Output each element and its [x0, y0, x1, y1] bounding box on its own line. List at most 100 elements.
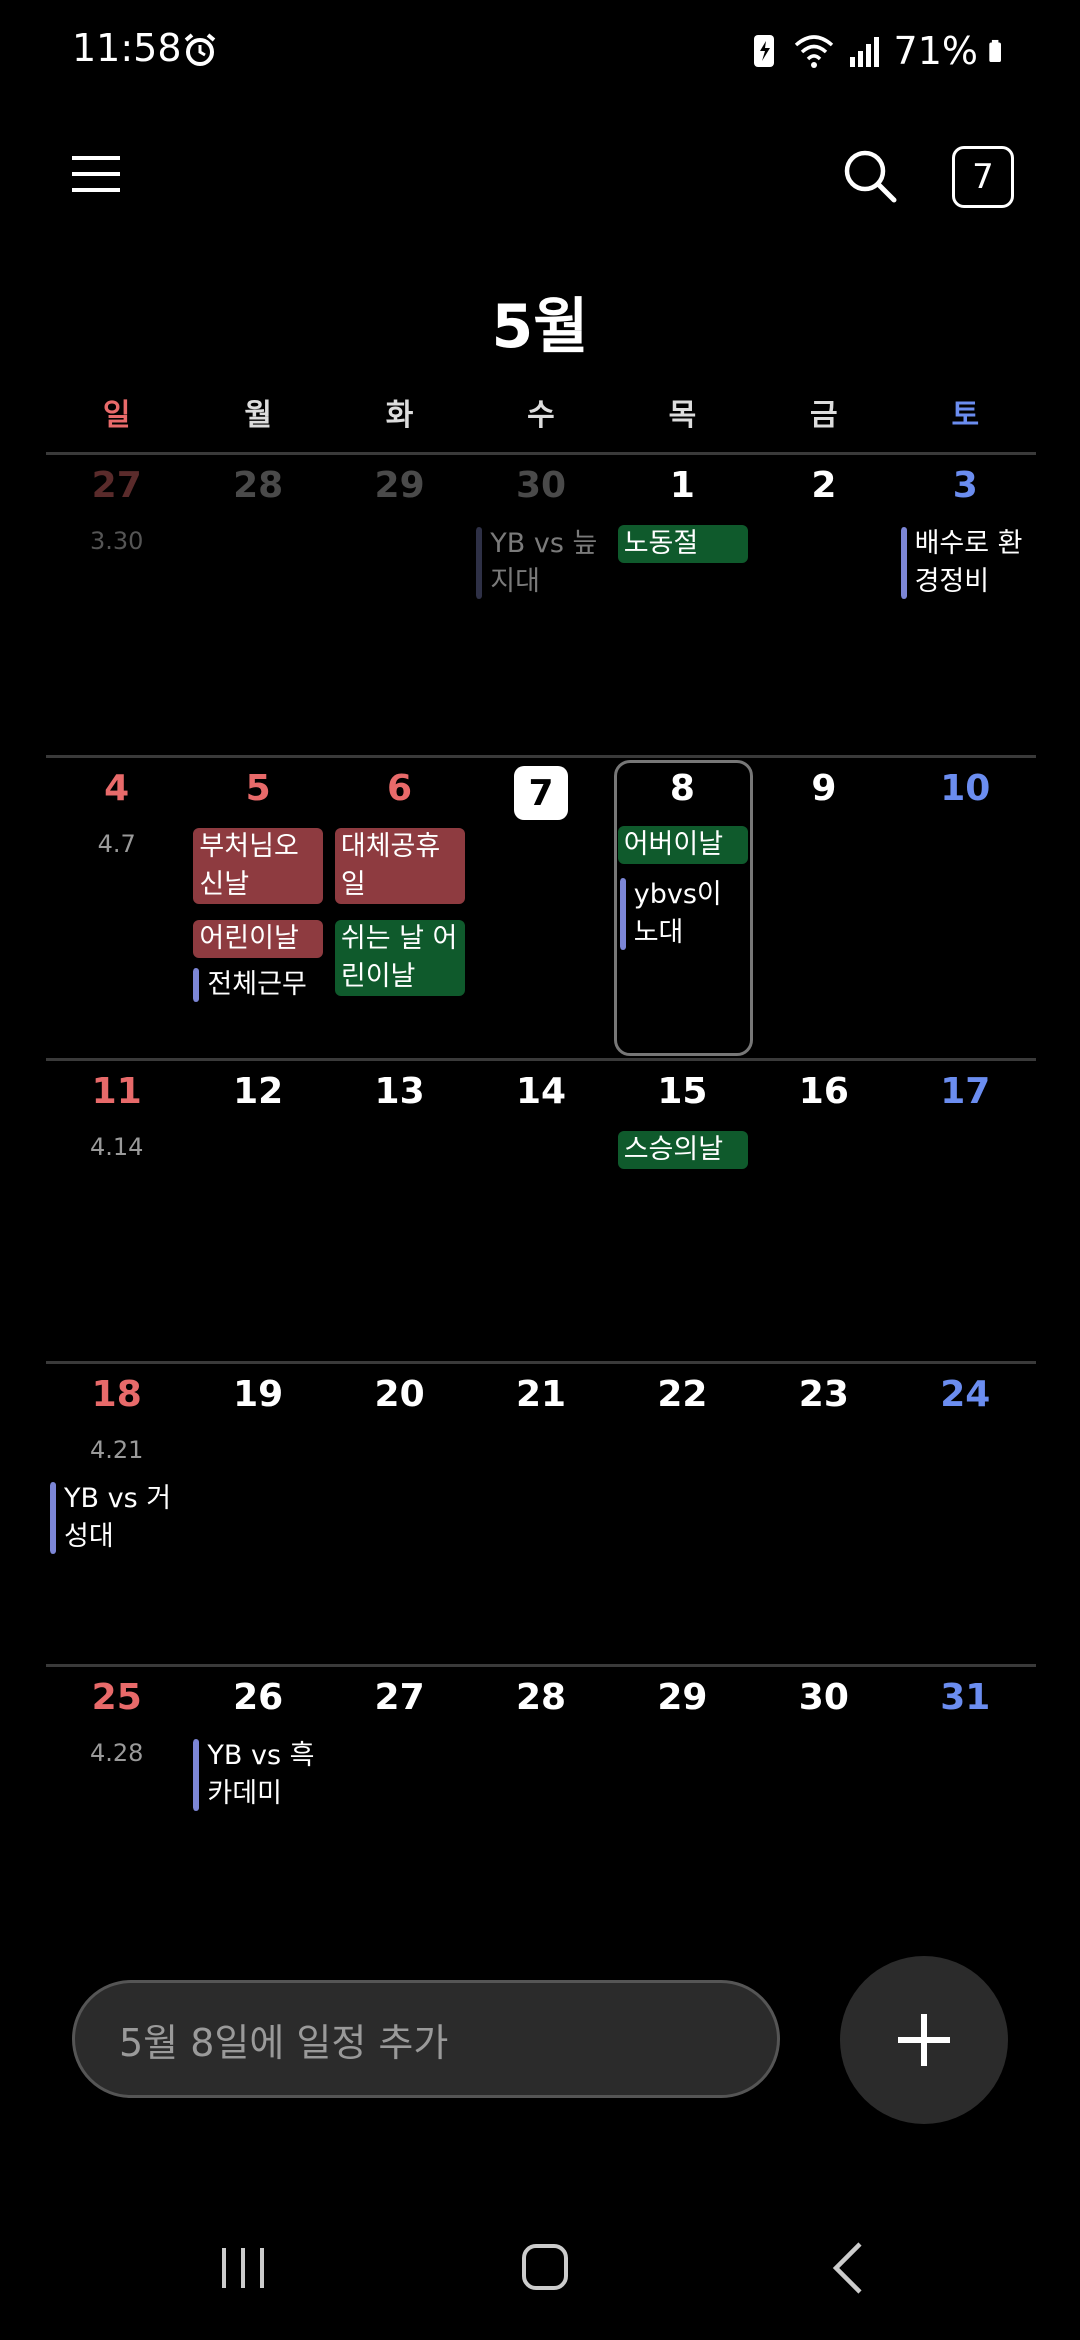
event-item[interactable]: YB vs 늪지대 [476, 525, 606, 601]
day-number: 5 [245, 768, 271, 809]
day-number: 29 [374, 465, 425, 506]
day-cell[interactable]: 31 [895, 1667, 1036, 1967]
lunar-date: 4.21 [89, 1436, 144, 1464]
weekday-sat: 토 [951, 398, 980, 433]
today-indicator: 7 [513, 766, 568, 820]
day-cell[interactable]: 1 노동절 [612, 455, 753, 755]
day-cell[interactable]: 2 [753, 455, 894, 755]
day-cell[interactable]: 28 [187, 455, 328, 755]
day-number: 20 [374, 1374, 425, 1415]
day-cell[interactable]: 29 [612, 1667, 753, 1967]
weekday-sun: 일 [102, 398, 131, 433]
day-number: 31 [940, 1677, 991, 1718]
holiday-event[interactable]: 노동절 [617, 525, 748, 563]
calendar-grid: 27 3.30 28 29 30 YB vs 늪지대 1 노동절 2 3 배수로… [46, 455, 1036, 1970]
battery-saver-icon [753, 35, 774, 67]
day-cell[interactable]: 27 3.30 [46, 455, 187, 755]
add-event-input[interactable]: 5월 8일에 일정 추가 [72, 1980, 780, 2098]
week-row: 18 4.21 YB vs 거성대 19 20 21 22 23 24 [46, 1364, 1036, 1667]
day-number: 11 [91, 1071, 142, 1112]
day-cell[interactable]: 13 [329, 1061, 470, 1361]
event-item[interactable]: 배수로 환경정비 [900, 525, 1031, 601]
day-number: 25 [91, 1677, 142, 1718]
holiday-event[interactable]: 부처님오신날 [193, 828, 324, 904]
status-icons: 71% [744, 26, 1014, 76]
holiday-event[interactable]: 어버이날 [617, 826, 748, 864]
day-number: 15 [657, 1071, 708, 1112]
day-cell[interactable]: 24 [895, 1364, 1036, 1664]
day-number: 30 [515, 465, 567, 506]
weekday-tue: 화 [385, 398, 414, 433]
search-icon[interactable] [842, 148, 898, 204]
day-number: 21 [515, 1374, 567, 1415]
day-cell[interactable]: 30 YB vs 늪지대 [470, 455, 611, 755]
day-cell[interactable]: 10 [895, 758, 1036, 1058]
holiday-event[interactable]: 어린이날 [193, 920, 324, 958]
week-row: 11 4.14 12 13 14 15 스승의날 16 17 [46, 1061, 1036, 1364]
day-number: 19 [233, 1374, 284, 1415]
month-title[interactable]: 5월 [0, 278, 1080, 365]
day-number: 29 [657, 1677, 708, 1718]
day-cell[interactable]: 19 [187, 1364, 328, 1664]
weekday-fri: 금 [810, 398, 838, 433]
day-cell[interactable]: 9 [753, 758, 894, 1058]
weekday-thu: 목 [668, 398, 697, 433]
day-cell[interactable]: 6 대체공휴일 쉬는 날 어린이날 [329, 758, 470, 1058]
day-cell[interactable]: 23 [753, 1364, 894, 1664]
day-cell[interactable]: 15 스승의날 [612, 1061, 753, 1361]
day-cell[interactable]: 3 배수로 환경정비 [895, 455, 1036, 755]
day-cell[interactable]: 28 [470, 1667, 611, 1967]
menu-icon[interactable] [72, 150, 120, 198]
day-cell[interactable]: 26 YB vs 흑카데미 [187, 1667, 328, 1967]
battery-icon [989, 39, 1001, 63]
day-number: 18 [91, 1374, 142, 1415]
weekday-header: 일 월 화 수 목 금 토 [46, 390, 1036, 452]
recents-icon[interactable] [218, 2242, 268, 2292]
day-cell[interactable]: 4 4.7 [46, 758, 187, 1058]
status-bar: 11:58 71% [0, 0, 1080, 100]
day-cell[interactable]: 5 부처님오신날 어린이날 전체근무 [187, 758, 328, 1058]
home-icon[interactable] [520, 2242, 570, 2292]
holiday-event[interactable]: 스승의날 [617, 1131, 748, 1169]
navigation-bar [0, 2220, 1080, 2320]
lunar-date: 4.7 [97, 830, 136, 858]
day-cell[interactable]: 20 [329, 1364, 470, 1664]
day-cell[interactable]: 21 [470, 1364, 611, 1664]
event-item[interactable]: YB vs 흑카데미 [193, 1737, 323, 1813]
holiday-event[interactable]: 대체공휴일 [334, 828, 465, 904]
weekday-wed: 수 [527, 398, 555, 433]
day-cell[interactable]: 25 4.28 [46, 1667, 187, 1967]
day-cell[interactable]: 30 [753, 1667, 894, 1967]
day-cell[interactable]: 29 [329, 455, 470, 755]
today-button[interactable]: 7 [952, 146, 1014, 208]
day-number: 12 [233, 1071, 284, 1112]
day-cell[interactable]: 11 4.14 [46, 1061, 187, 1361]
wifi-icon [794, 35, 833, 68]
back-icon[interactable] [828, 2240, 868, 2296]
day-number: 2 [811, 465, 837, 506]
day-cell[interactable]: 12 [187, 1061, 328, 1361]
add-event-button[interactable] [840, 1956, 1008, 2124]
day-number: 13 [374, 1071, 425, 1112]
day-cell[interactable]: 27 [329, 1667, 470, 1967]
event-item[interactable]: 전체근무 [193, 966, 323, 1004]
event-item[interactable]: ybvs이노대 [619, 876, 746, 952]
day-cell[interactable]: 16 [753, 1061, 894, 1361]
alarm-icon [184, 33, 216, 66]
day-cell-selected[interactable]: 8 어버이날 ybvs이노대 [612, 758, 753, 1058]
status-time: 11:58 [72, 26, 182, 70]
week-row: 27 3.30 28 29 30 YB vs 늪지대 1 노동절 2 3 배수로… [46, 455, 1036, 758]
day-number: 22 [657, 1374, 708, 1415]
day-cell-today[interactable]: 7 [470, 758, 611, 1058]
day-number: 24 [940, 1374, 991, 1415]
day-number: 23 [798, 1374, 849, 1415]
lunar-date: 4.14 [89, 1133, 144, 1161]
event-item[interactable]: YB vs 거성대 [50, 1480, 180, 1556]
holiday-event[interactable]: 쉬는 날 어린이날 [334, 920, 465, 996]
day-number: 3 [952, 465, 978, 506]
day-cell[interactable]: 22 [612, 1364, 753, 1664]
day-cell[interactable]: 14 [470, 1061, 611, 1361]
day-cell[interactable]: 18 4.21 YB vs 거성대 [46, 1364, 187, 1664]
day-cell[interactable]: 17 [895, 1061, 1036, 1361]
week-row: 4 4.7 5 부처님오신날 어린이날 전체근무 6 대체공휴일 쉬는 날 어린… [46, 758, 1036, 1061]
